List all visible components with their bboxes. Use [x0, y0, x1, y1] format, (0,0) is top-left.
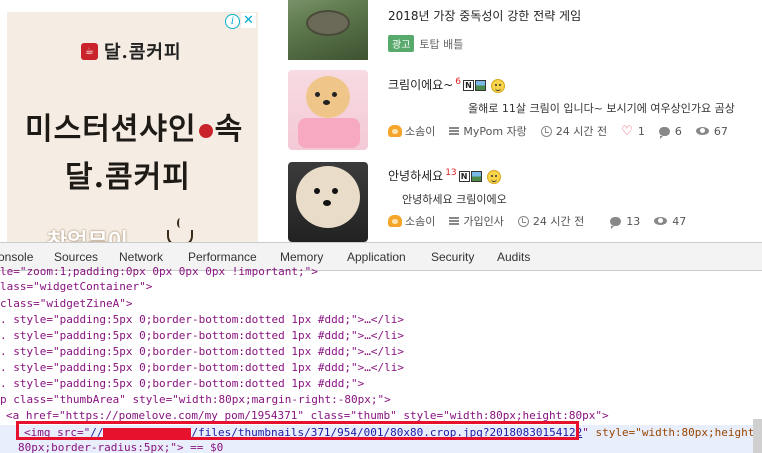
author-avatar-icon	[388, 215, 402, 227]
ad-headline-text: 미스터션샤인	[25, 112, 197, 147]
dom-node-line[interactable]: . style="padding:5px 0;border-bottom:dot…	[0, 360, 404, 376]
post-meta: 소솜이 가입인사 24 시간 전 13 47	[388, 213, 700, 229]
clock-icon	[540, 125, 552, 137]
likes-count: 1	[637, 124, 645, 138]
dog-face-image	[296, 166, 360, 228]
comments-count: 6	[674, 124, 682, 138]
new-icon: N	[458, 171, 470, 182]
ad-badge: 광고	[388, 35, 415, 52]
sponsor-name[interactable]: 토탑 배틀	[419, 38, 463, 51]
post-title[interactable]: 2018년 가장 중독성이 강한 전략 게임	[388, 7, 581, 24]
new-icon: N	[463, 80, 474, 91]
tab-audits[interactable]: Audits	[497, 243, 530, 271]
game-fortress-image	[306, 10, 350, 36]
ad-info-icon[interactable]: i	[225, 14, 240, 29]
author[interactable]: 소솜이	[388, 213, 435, 229]
ad-brand-small: ☕ 달.콤커피	[81, 38, 182, 64]
list-item[interactable]: 크림이에요~ 6 N 올해로 11살 크림이 입니다~ 보시기에 여우상인가요 곰상…	[288, 70, 762, 152]
post-meta: 소솜이 MyPom 자랑 24 시간 전 ♡ 1 6 67	[388, 123, 742, 139]
dom-node-line[interactable]: . style="padding:5px 0;border-bottom:dot…	[0, 376, 364, 392]
dom-node-line[interactable]: . style="padding:5px 0;border-bottom:dot…	[0, 328, 404, 344]
page-content: i ✕ ☕ 달.콤커피 미스터션샤인 속 달.콤커피 찬얼무이 2018년 가장 …	[0, 0, 762, 242]
time-text: 24 시간 전	[555, 125, 608, 138]
ad-bottom-text: 찬얼무이	[47, 229, 128, 242]
category[interactable]: 가입인사	[449, 213, 504, 229]
post-time: 24 시간 전	[517, 213, 585, 229]
list-item[interactable]: 2018년 가장 중독성이 강한 전략 게임 광고 토탑 배틀	[288, 0, 762, 62]
post-title-row[interactable]: 안녕하세요 13 N	[388, 167, 501, 184]
dog-eyes	[314, 188, 320, 194]
steam-icon	[177, 218, 183, 228]
time-text: 24 시간 전	[532, 215, 585, 228]
post-thumbnail[interactable]	[288, 70, 368, 150]
smile-icon	[491, 78, 505, 93]
post-title[interactable]: 안녕하세요	[388, 169, 443, 183]
list-item[interactable]: 안녕하세요 13 N 안녕하세요 크림이에오 소솜이 가입인사 24 시간 전 13…	[288, 162, 762, 242]
category-name[interactable]: MyPom 자랑	[463, 123, 526, 139]
coffee-cup-icon	[167, 230, 193, 242]
smile-icon	[486, 169, 501, 184]
comments-count: 13	[626, 214, 641, 228]
comment-icon	[610, 216, 622, 229]
dog-clothes	[298, 118, 360, 148]
brand-logo-icon: ☕	[81, 42, 98, 60]
ad-headline: 미스터션샤인 속	[25, 104, 243, 148]
coffee-ad-banner[interactable]: i ✕ ☕ 달.콤커피 미스터션샤인 속 달.콤커피 찬얼무이	[7, 12, 258, 242]
sponsored-meta: 광고 토탑 배틀	[388, 35, 463, 52]
tab-application[interactable]: Application	[347, 243, 406, 271]
ad-brand-large: 달.콤커피	[65, 160, 191, 195]
eye-icon	[654, 217, 668, 225]
views: 47	[654, 215, 686, 228]
post-thumbnail[interactable]	[288, 0, 368, 60]
author-name[interactable]: 소솜이	[405, 123, 435, 139]
devtools-panel: onsole Sources Network Performance Memor…	[0, 242, 762, 453]
views-count: 47	[672, 214, 687, 228]
tab-security[interactable]: Security	[431, 243, 474, 271]
image-attached-icon	[470, 171, 482, 182]
post-title-row[interactable]: 크림이에요~ 6 N	[388, 76, 505, 93]
heart-icon: ♡	[621, 123, 633, 139]
views: 67	[695, 124, 728, 138]
clock-icon	[517, 215, 529, 227]
img-tag-continuation: 80px;border-radius:5px;"> == $0	[18, 441, 224, 453]
dom-node-line[interactable]: . style="padding:5px 0;border-bottom:dot…	[0, 344, 404, 360]
post-excerpt[interactable]: 올해로 11살 크림이 입니다~ 보시기에 여우상인가요 곰상	[468, 100, 735, 116]
seal-icon	[198, 124, 213, 138]
dog-face-image	[306, 76, 350, 118]
img-style-attr: style="width:80px;height:	[588, 426, 762, 439]
category[interactable]: MyPom 자랑	[449, 123, 527, 139]
devtools-scrollbar[interactable]	[753, 419, 762, 453]
comment-count: 6	[455, 77, 461, 87]
likes[interactable]: ♡ 1	[621, 124, 645, 139]
author-name[interactable]: 소솜이	[405, 213, 435, 229]
dog-eyes	[315, 92, 320, 97]
post-thumbnail[interactable]	[288, 162, 368, 242]
comment-icon	[658, 126, 670, 139]
dog-nose	[323, 200, 331, 206]
ad-brand-small-text: 달.콤커피	[104, 42, 182, 63]
ad-headline-suffix: 속	[214, 112, 244, 147]
dom-node-line[interactable]: . style="padding:5px 0;border-bottom:dot…	[0, 312, 404, 328]
comment-count: 13	[445, 168, 457, 178]
eye-icon	[695, 127, 709, 135]
post-time: 24 시간 전	[540, 123, 608, 139]
author[interactable]: 소솜이	[388, 123, 435, 139]
post-title[interactable]: 크림이에요~	[388, 78, 453, 92]
comments: 6	[658, 124, 682, 139]
comments: 13	[610, 214, 641, 229]
dom-node-line[interactable]: p class="thumbArea" style="width:80px;ma…	[0, 392, 391, 408]
ad-close-icon[interactable]: ✕	[241, 13, 256, 28]
list-icon	[449, 217, 460, 225]
dom-node-line[interactable]: lass="widgetContainer">	[0, 279, 152, 295]
dom-node-line[interactable]: le="zoom:1;padding:0px 0px 0px 0px !impo…	[0, 264, 318, 280]
highlight-annotation-box	[16, 421, 579, 440]
dog-nose	[323, 100, 330, 105]
views-count: 67	[713, 124, 728, 138]
author-avatar-icon	[388, 125, 402, 137]
list-icon	[449, 127, 460, 135]
category-name[interactable]: 가입인사	[463, 213, 503, 229]
post-excerpt[interactable]: 안녕하세요 크림이에오	[402, 191, 507, 207]
dom-node-line[interactable]: class="widgetZineA">	[0, 296, 132, 312]
image-attached-icon	[475, 80, 486, 91]
